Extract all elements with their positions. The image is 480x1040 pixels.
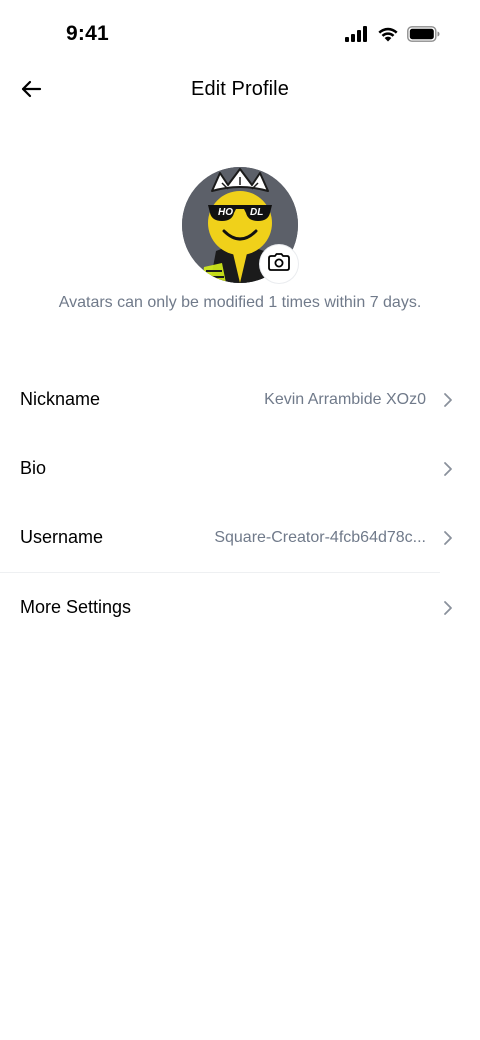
svg-text:HO: HO xyxy=(218,207,233,218)
username-value: Square-Creator-4fcb64d78c... xyxy=(214,528,426,546)
chevron-right-icon xyxy=(442,529,454,547)
nickname-label: Nickname xyxy=(20,389,101,409)
username-row[interactable]: Username Square-Creator-4fcb64d78c... xyxy=(0,503,480,572)
more-settings-label: More Settings xyxy=(20,597,132,617)
username-label: Username xyxy=(20,527,104,547)
nickname-value: Kevin Arrambide XOz0 xyxy=(264,390,426,408)
nickname-row[interactable]: Nickname Kevin Arrambide XOz0 xyxy=(0,365,480,434)
bio-row[interactable]: Bio xyxy=(0,434,480,503)
status-icons xyxy=(345,26,440,47)
more-settings-row[interactable]: More Settings xyxy=(0,573,480,642)
nav-bar: Edit Profile xyxy=(0,62,480,118)
camera-icon xyxy=(268,252,290,276)
cellular-signal-icon xyxy=(345,26,369,47)
profile-settings-list: Nickname Kevin Arrambide XOz0 Bio Userna… xyxy=(0,365,480,642)
chevron-right-icon xyxy=(442,599,454,617)
svg-text:DL: DL xyxy=(250,207,263,218)
bio-label: Bio xyxy=(20,458,47,478)
avatar-section: HO DL xyxy=(182,167,298,283)
status-time: 9:41 xyxy=(66,22,109,45)
wifi-icon xyxy=(377,26,399,47)
avatar-limit-note: Avatars can only be modified 1 times wit… xyxy=(58,294,422,311)
change-avatar-button[interactable] xyxy=(260,245,298,283)
chevron-right-icon xyxy=(442,391,454,409)
battery-icon xyxy=(407,26,440,47)
edit-profile-screen: 9:41 Edit Profile HO DL Avatars can only… xyxy=(0,0,480,1040)
chevron-right-icon xyxy=(442,460,454,478)
page-title: Edit Profile xyxy=(191,78,289,100)
